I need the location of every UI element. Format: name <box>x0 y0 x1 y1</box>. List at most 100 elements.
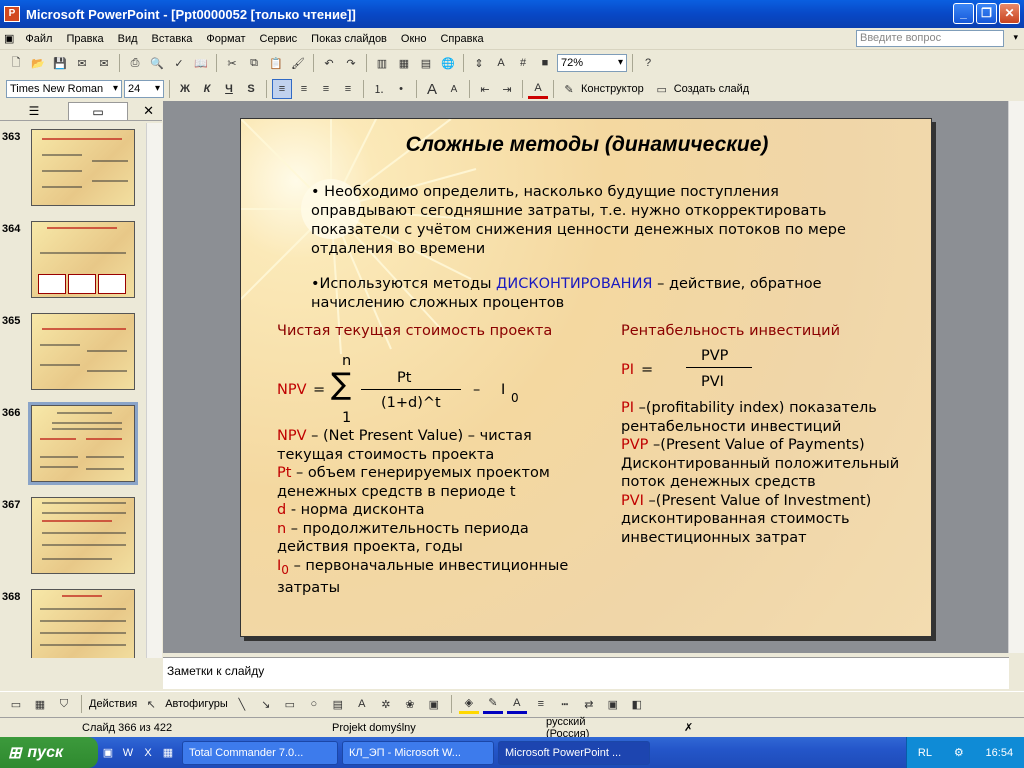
cut-icon[interactable]: ✂ <box>222 53 242 73</box>
increase-font-icon[interactable]: A <box>422 79 442 99</box>
bullets-icon[interactable]: • <box>391 79 411 99</box>
menu-help[interactable]: Справка <box>433 33 490 45</box>
new-slide-button[interactable]: Создать слайд <box>674 83 749 95</box>
menu-format[interactable]: Формат <box>199 33 252 45</box>
normal-view-icon[interactable]: ▭ <box>6 694 26 714</box>
tab-outline[interactable]: ☰ <box>4 102 64 120</box>
font-select[interactable]: Times New Roman <box>6 80 122 98</box>
close-icon[interactable]: ✕ <box>143 103 154 119</box>
task-word[interactable]: КЛ_ЭП - Microsoft W... <box>342 740 494 765</box>
ask-question-input[interactable]: Введите вопрос <box>856 30 1004 47</box>
tab-slides[interactable]: ▭ <box>68 101 128 120</box>
research-icon[interactable]: 📖 <box>191 53 211 73</box>
italic-button[interactable]: К <box>197 79 217 99</box>
chart-icon[interactable]: ▥ <box>372 53 392 73</box>
task-powerpoint[interactable]: Microsoft PowerPoint ... <box>498 740 650 765</box>
minimize-button[interactable]: _ <box>953 3 974 24</box>
doc-icon[interactable]: ▣ <box>0 32 18 45</box>
thumbnail-365[interactable]: 365 <box>0 313 148 393</box>
notes-field[interactable]: Заметки к слайду <box>163 657 1009 689</box>
thumbnail-363[interactable]: 363 <box>0 129 148 209</box>
menu-view[interactable]: Вид <box>111 33 145 45</box>
tables-borders-icon[interactable]: ▤ <box>416 53 436 73</box>
autoshapes-menu[interactable]: Автофигуры <box>165 698 228 710</box>
copy-icon[interactable]: ⧉ <box>244 53 264 73</box>
table-icon[interactable]: ▦ <box>394 53 414 73</box>
align-center-icon[interactable]: ≡ <box>294 79 314 99</box>
designer-button[interactable]: Конструктор <box>581 83 644 95</box>
numbering-icon[interactable]: ⒈ <box>369 79 389 99</box>
grid-icon[interactable]: # <box>513 53 533 73</box>
undo-icon[interactable]: ↶ <box>319 53 339 73</box>
pane-scrollbar[interactable] <box>146 123 162 658</box>
new-slide-icon[interactable]: ▭ <box>652 79 672 99</box>
wordart-icon[interactable]: A <box>352 694 372 714</box>
menu-insert[interactable]: Вставка <box>145 33 200 45</box>
zoom-select[interactable]: 72% <box>557 54 627 72</box>
increase-indent-icon[interactable]: ⇥ <box>497 79 517 99</box>
line-color-icon[interactable]: ✎ <box>482 694 503 714</box>
quicklaunch-icon-1[interactable]: ▣ <box>98 743 118 763</box>
rectangle-icon[interactable]: ▭ <box>280 694 300 714</box>
actions-menu[interactable]: Действия <box>89 698 137 710</box>
bold-button[interactable]: Ж <box>175 79 195 99</box>
select-pointer-icon[interactable]: ↖ <box>141 694 161 714</box>
align-right-icon[interactable]: ≡ <box>316 79 336 99</box>
redo-icon[interactable]: ↷ <box>341 53 361 73</box>
decrease-indent-icon[interactable]: ⇤ <box>475 79 495 99</box>
fill-color-icon[interactable]: ◈ <box>458 694 479 714</box>
print-icon[interactable]: ⎙ <box>125 53 145 73</box>
tray-icon[interactable]: ⚙ <box>954 746 964 759</box>
designer-icon[interactable]: ✎ <box>559 79 579 99</box>
sorter-view-icon[interactable]: ▦ <box>30 694 50 714</box>
line-style-icon[interactable]: ≡ <box>531 694 551 714</box>
show-formatting-icon[interactable]: A <box>491 53 511 73</box>
font-color-draw-icon[interactable]: A <box>506 694 527 714</box>
menu-edit[interactable]: Правка <box>59 33 110 45</box>
thumbnail-364[interactable]: 364 <box>0 221 148 301</box>
line-icon[interactable]: ╲ <box>232 694 252 714</box>
thumbnail-366[interactable]: 366 <box>0 402 148 485</box>
clipart-icon[interactable]: ❀ <box>400 694 420 714</box>
editor-scrollbar[interactable] <box>1008 101 1024 653</box>
expand-icon[interactable]: ⇕ <box>469 53 489 73</box>
email-icon[interactable]: ✉ <box>94 53 114 73</box>
slide-canvas[interactable]: Сложные методы (динамические) • Необходи… <box>240 118 932 637</box>
language-indicator[interactable]: RL <box>918 747 932 759</box>
restore-button[interactable]: ❐ <box>976 3 997 24</box>
align-left-icon[interactable]: ≡ <box>272 79 292 99</box>
open-icon[interactable]: 📂 <box>28 53 48 73</box>
quicklaunch-excel-icon[interactable]: X <box>138 743 158 763</box>
thumbnail-368[interactable]: 368 <box>0 589 148 658</box>
arrow-icon[interactable]: ↘ <box>256 694 276 714</box>
3d-style-icon[interactable]: ◧ <box>627 694 647 714</box>
oval-icon[interactable]: ○ <box>304 694 324 714</box>
menu-window[interactable]: Окно <box>394 33 434 45</box>
shadow-style-icon[interactable]: ▣ <box>603 694 623 714</box>
permission-icon[interactable]: ✉ <box>72 53 92 73</box>
paste-icon[interactable]: 📋 <box>266 53 286 73</box>
thumbnail-367[interactable]: 367 <box>0 497 148 577</box>
help-icon[interactable]: ? <box>638 53 658 73</box>
format-painter-icon[interactable]: 🖌 <box>288 53 308 73</box>
quicklaunch-icon-4[interactable]: ▦ <box>158 743 178 763</box>
spelling-icon[interactable]: ✓ <box>169 53 189 73</box>
save-icon[interactable]: 💾 <box>50 53 70 73</box>
font-size-select[interactable]: 24 <box>124 80 164 98</box>
picture-icon[interactable]: ▣ <box>424 694 444 714</box>
color-grayscale-icon[interactable]: ■ <box>535 53 555 73</box>
menu-file[interactable]: Файл <box>18 33 59 45</box>
menu-slideshow[interactable]: Показ слайдов <box>304 33 394 45</box>
close-button[interactable]: ✕ <box>999 3 1020 24</box>
slideshow-view-icon[interactable]: ⛉ <box>54 694 74 714</box>
arrow-style-icon[interactable]: ⇄ <box>579 694 599 714</box>
task-total-commander[interactable]: Total Commander 7.0... <box>182 740 338 765</box>
dash-style-icon[interactable]: ┅ <box>555 694 575 714</box>
textbox-icon[interactable]: ▤ <box>328 694 348 714</box>
decrease-font-icon[interactable]: A <box>444 79 464 99</box>
underline-button[interactable]: Ч <box>219 79 239 99</box>
diagram-icon[interactable]: ✲ <box>376 694 396 714</box>
justify-icon[interactable]: ≡ <box>338 79 358 99</box>
chevron-down-icon[interactable]: ▾ <box>1013 32 1018 43</box>
shadow-button[interactable]: S <box>241 79 261 99</box>
